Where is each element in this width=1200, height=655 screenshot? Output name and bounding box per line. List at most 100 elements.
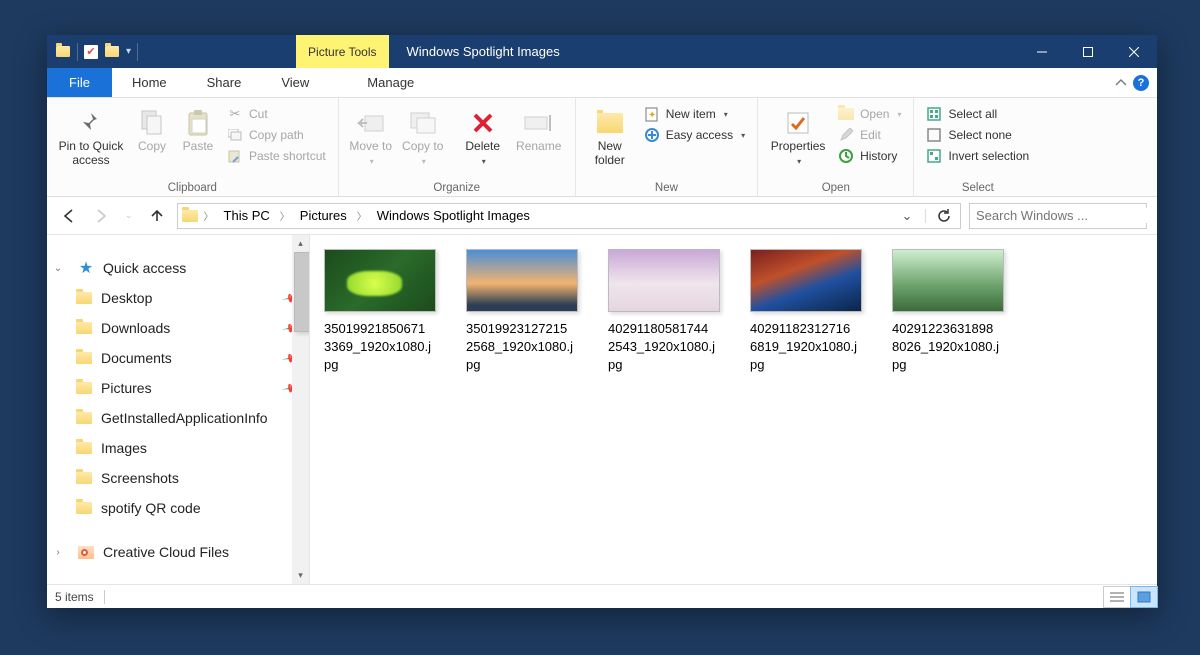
rename-icon <box>524 113 554 133</box>
file-item[interactable]: 402911823127166819_1920x1080.jpg <box>750 249 870 375</box>
group-new: New folder ✦New item▾ Easy access▾ New <box>576 98 758 196</box>
up-button[interactable] <box>149 208 165 224</box>
folder-icon <box>75 439 93 457</box>
chevron-right-icon[interactable]: 〉 <box>276 208 294 223</box>
file-thumbnail <box>324 249 436 312</box>
open-button[interactable]: Open▾ <box>834 105 905 123</box>
breadcrumb-this-pc[interactable]: This PC <box>220 208 274 223</box>
select-none-icon <box>926 127 942 143</box>
new-folder-button[interactable]: New folder <box>584 102 636 168</box>
folder-icon <box>75 319 93 337</box>
delete-icon <box>472 112 494 134</box>
select-all-button[interactable]: Select all <box>922 105 1033 123</box>
easy-access-button[interactable]: Easy access▾ <box>640 126 749 144</box>
tree-item-pictures[interactable]: Pictures📌 <box>47 373 309 403</box>
file-thumbnail <box>466 249 578 312</box>
properties-qat-icon[interactable]: ✔ <box>84 45 98 59</box>
context-tab-picture-tools[interactable]: Picture Tools <box>296 35 388 68</box>
tree-item-desktop[interactable]: Desktop📌 <box>47 283 309 313</box>
pin-to-quick-access-button[interactable]: Pin to Quick access <box>55 102 127 168</box>
tree-item[interactable]: Images <box>47 433 309 463</box>
thumbnails-view-button[interactable] <box>1130 586 1158 608</box>
ribbon-tabs: File Home Share View Manage ? <box>47 68 1157 98</box>
folder-icon[interactable] <box>104 44 120 60</box>
history-button[interactable]: History <box>834 147 905 165</box>
delete-button[interactable]: Delete▾ <box>459 102 507 168</box>
tree-item[interactable]: Screenshots <box>47 463 309 493</box>
new-item-button[interactable]: ✦New item▾ <box>640 105 749 123</box>
copy-path-button[interactable]: Copy path <box>223 126 330 144</box>
select-none-button[interactable]: Select none <box>922 126 1033 144</box>
group-select: Select all Select none Invert selection … <box>914 98 1041 196</box>
ribbon: Pin to Quick access Copy Paste ✂Cut Copy… <box>47 98 1157 197</box>
copy-to-button[interactable]: Copy to ▾ <box>399 102 447 168</box>
chevron-up-icon <box>1115 77 1127 89</box>
copy-button[interactable]: Copy <box>131 102 173 154</box>
chevron-right-icon[interactable]: 〉 <box>200 208 218 223</box>
tree-scrollbar[interactable]: ▴ ▾ <box>292 235 309 584</box>
scroll-up-icon[interactable]: ▴ <box>292 235 309 252</box>
file-thumbnail <box>892 249 1004 312</box>
tree-item-downloads[interactable]: Downloads📌 <box>47 313 309 343</box>
rename-button[interactable]: Rename <box>511 102 567 154</box>
file-name: 350199231272152568_1920x1080.jpg <box>466 320 586 375</box>
minimize-button[interactable] <box>1019 35 1065 68</box>
new-item-icon: ✦ <box>644 106 660 122</box>
tab-home[interactable]: Home <box>112 68 187 97</box>
content-area: ⌄★Quick access Desktop📌 Downloads📌 Docum… <box>47 235 1157 584</box>
forward-button[interactable] <box>93 208 109 224</box>
cut-button[interactable]: ✂Cut <box>223 105 330 123</box>
qat-separator <box>137 43 138 61</box>
group-open: Properties▾ Open▾ Edit History Open <box>758 98 914 196</box>
window-controls <box>1019 35 1157 68</box>
move-to-button[interactable]: Move to ▾ <box>347 102 395 168</box>
refresh-button[interactable] <box>932 204 956 228</box>
scroll-thumb[interactable] <box>294 252 310 332</box>
file-item[interactable]: 402911805817442543_1920x1080.jpg <box>608 249 728 375</box>
group-label: Organize <box>347 182 567 196</box>
invert-selection-icon <box>926 148 942 164</box>
tree-item[interactable]: GetInstalledApplicationInfo <box>47 403 309 433</box>
tab-share[interactable]: Share <box>187 68 262 97</box>
star-icon: ★ <box>77 259 95 277</box>
recent-locations[interactable]: ⌄ <box>125 210 133 221</box>
ribbon-collapse[interactable]: ? <box>1107 68 1157 97</box>
tree-quick-access[interactable]: ⌄★Quick access <box>47 253 309 283</box>
maximize-button[interactable] <box>1065 35 1111 68</box>
tab-view[interactable]: View <box>261 68 329 97</box>
address-dropdown[interactable]: ⌄ <box>895 204 919 228</box>
scroll-down-icon[interactable]: ▾ <box>292 567 309 584</box>
file-thumbnail <box>750 249 862 312</box>
invert-selection-button[interactable]: Invert selection <box>922 147 1033 165</box>
file-item[interactable]: 402912236318988026_1920x1080.jpg <box>892 249 1012 375</box>
paste-button[interactable]: Paste <box>177 102 219 154</box>
search-box[interactable] <box>969 203 1147 229</box>
help-icon[interactable]: ? <box>1133 75 1149 91</box>
tree-item-documents[interactable]: Documents📌 <box>47 343 309 373</box>
properties-button[interactable]: Properties▾ <box>766 102 830 168</box>
paste-shortcut-button[interactable]: Paste shortcut <box>223 147 330 165</box>
file-name: 402912236318988026_1920x1080.jpg <box>892 320 1012 375</box>
close-button[interactable] <box>1111 35 1157 68</box>
back-button[interactable] <box>61 208 77 224</box>
search-input[interactable] <box>976 208 1152 223</box>
tab-file[interactable]: File <box>47 68 112 97</box>
tab-manage[interactable]: Manage <box>347 68 434 97</box>
tree-item[interactable]: spotify QR code <box>47 493 309 523</box>
tree-creative-cloud[interactable]: ›Creative Cloud Files <box>47 537 309 567</box>
file-item[interactable]: 350199218506713369_1920x1080.jpg <box>324 249 444 375</box>
breadcrumb-current[interactable]: Windows Spotlight Images <box>373 208 534 223</box>
folder-icon <box>75 379 93 397</box>
file-item[interactable]: 350199231272152568_1920x1080.jpg <box>466 249 586 375</box>
pin-icon <box>78 110 104 136</box>
chevron-right-icon[interactable]: 〉 <box>353 208 371 223</box>
file-list[interactable]: 350199218506713369_1920x1080.jpg 35019923… <box>310 235 1157 584</box>
address-bar-row: ⌄ 〉 This PC 〉 Pictures 〉 Windows Spotlig… <box>47 197 1157 235</box>
edit-button[interactable]: Edit <box>834 126 905 144</box>
details-view-icon <box>1110 591 1124 603</box>
copy-icon <box>139 109 165 137</box>
qat-overflow[interactable]: ▾ <box>126 46 131 57</box>
details-view-button[interactable] <box>1103 586 1131 608</box>
breadcrumb-pictures[interactable]: Pictures <box>296 208 351 223</box>
address-bar[interactable]: 〉 This PC 〉 Pictures 〉 Windows Spotlight… <box>177 203 961 229</box>
